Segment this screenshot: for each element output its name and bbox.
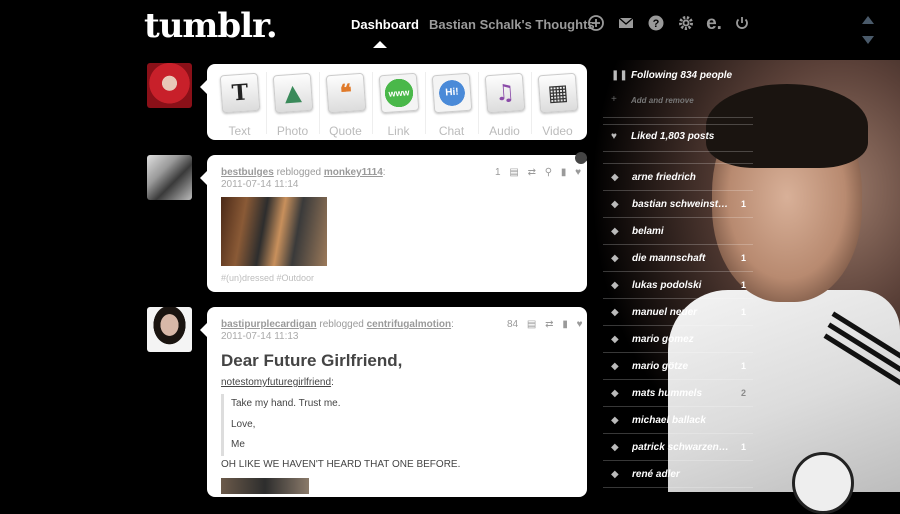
photo-post-icon: ▲: [272, 72, 313, 114]
post-author-link[interactable]: bestbulges: [221, 167, 274, 178]
notes-count[interactable]: 84: [507, 319, 518, 330]
add-person-icon: +: [611, 94, 617, 105]
tag-row[interactable]: ◆ patrick schwarzenegger 1: [603, 434, 753, 461]
avatar-bastipurplecardigan[interactable]: [147, 307, 192, 352]
post-card: bastipurplecardigan reblogged centrifuga…: [200, 307, 587, 497]
tag-icon: ◆: [611, 280, 619, 291]
tag-row[interactable]: ◆ mats hummels 2: [603, 380, 753, 407]
audio-post-icon: ♫: [484, 72, 525, 114]
collapse-dot-icon[interactable]: [575, 152, 587, 164]
tag-row[interactable]: ◆ lukas podolski 1: [603, 272, 753, 299]
tag-icon: ◆: [611, 361, 619, 372]
quote-post-icon: ❝: [325, 72, 366, 114]
notes-icon: ▤: [509, 167, 519, 178]
tag-icon: ◆: [611, 253, 619, 264]
post-source-link[interactable]: monkey1114: [324, 167, 383, 178]
post-photo[interactable]: [221, 197, 327, 266]
like-heart-icon[interactable]: ♥: [575, 167, 581, 178]
post-date: 2011-07-14 11:13: [221, 331, 299, 342]
new-quote-post-button[interactable]: ❝ Quote: [319, 70, 372, 138]
new-post-panel: T Text ▲ Photo ❝ Quote www Link Hi! Chat…: [200, 64, 587, 140]
tumblr-logo[interactable]: tumblr.: [144, 6, 278, 46]
svg-text:?: ?: [653, 18, 660, 30]
scroll-up-arrow[interactable]: [862, 16, 874, 24]
tag-row[interactable]: ◆ michael ballack: [603, 407, 753, 434]
tag-row[interactable]: ◆ manuel neuer 1: [603, 299, 753, 326]
new-text-post-button[interactable]: T Text: [213, 70, 266, 138]
post-source: notestomyfuturegirlfriend:: [221, 377, 334, 388]
nav-dashboard[interactable]: Dashboard: [351, 17, 419, 32]
active-nav-indicator: [373, 41, 387, 48]
bookmark-icon[interactable]: ▮: [561, 167, 567, 178]
post-controls: 1 ▤ ⇄ ⚲ ▮ ♥: [489, 167, 581, 178]
new-chat-post-button[interactable]: Hi! Chat: [425, 70, 478, 138]
notes-count[interactable]: 1: [495, 167, 501, 178]
following-count[interactable]: Following 834 people: [603, 70, 781, 81]
tag-row[interactable]: ◆ bastian schweinsteiger 1: [603, 191, 753, 218]
post-title: Dear Future Girlfriend,: [221, 351, 403, 370]
like-heart-icon[interactable]: ♥: [577, 319, 583, 330]
tag-icon: ◆: [611, 226, 619, 237]
liked-posts-link[interactable]: Liked 1,803 posts: [603, 131, 781, 142]
post-controls: 84 ▤ ⇄ ▮ ♥: [501, 319, 583, 330]
post-blockquote: Take my hand. Trust me. Love, Me: [221, 394, 341, 456]
post-date: 2011-07-14 11:14: [221, 179, 299, 190]
plus-circle-icon[interactable]: [586, 14, 606, 34]
tag-icon: ◆: [611, 199, 619, 210]
quote-line: Love,: [231, 418, 256, 430]
tag-icon: ◆: [611, 307, 619, 318]
tag-icon: ◆: [611, 469, 619, 480]
avatar-bestbulges[interactable]: [147, 155, 192, 200]
help-icon[interactable]: ?: [646, 14, 666, 34]
tag-row[interactable]: ◆ arne friedrich: [603, 164, 753, 191]
new-video-post-button[interactable]: ▦ Video: [531, 70, 584, 138]
link-post-icon: www: [378, 72, 419, 114]
reblog-icon[interactable]: ⇄: [528, 167, 536, 178]
post-source-link[interactable]: centrifugalmotion: [367, 319, 451, 330]
post-author-link[interactable]: bastipurplecardigan: [221, 319, 317, 330]
chat-post-icon: Hi!: [431, 72, 472, 114]
video-post-icon: ▦: [537, 72, 578, 114]
quote-line: Take my hand. Trust me.: [231, 398, 341, 409]
scroll-down-arrow[interactable]: [862, 36, 874, 44]
new-photo-post-button[interactable]: ▲ Photo: [266, 70, 319, 138]
reblog-icon[interactable]: ⇄: [545, 319, 553, 330]
post-meta: bestbulges reblogged monkey1114: 2011-07…: [221, 167, 386, 190]
tag-icon: ◆: [611, 388, 619, 399]
post-tags[interactable]: #(un)dressed #Outdoor: [221, 273, 314, 283]
tag-row[interactable]: ◆ mario götze 1: [603, 353, 753, 380]
tag-icon: ◆: [611, 442, 619, 453]
tag-icon: ◆: [611, 334, 619, 345]
search-icon[interactable]: ⚲: [545, 167, 552, 178]
tag-row[interactable]: ◆ die mannschaft 1: [603, 245, 753, 272]
tag-icon: ◆: [611, 415, 619, 426]
power-icon[interactable]: [732, 14, 752, 34]
tag-row[interactable]: ◆ belami: [603, 218, 753, 245]
post-text: OH LIKE WE HAVEN'T HEARD THAT ONE BEFORE…: [221, 459, 461, 470]
text-post-icon: T: [219, 72, 260, 114]
post-meta: bastipurplecardigan reblogged centrifuga…: [221, 319, 454, 342]
gear-icon[interactable]: [676, 14, 696, 34]
avatar-self[interactable]: [147, 63, 192, 108]
bookmark-icon[interactable]: ▮: [562, 319, 568, 330]
nav-blog[interactable]: Bastian Schalk's Thoughts: [429, 17, 595, 32]
quote-line: Me: [231, 439, 245, 450]
mail-icon[interactable]: [616, 14, 636, 34]
new-link-post-button[interactable]: www Link: [372, 70, 425, 138]
e-icon[interactable]: e.: [704, 14, 724, 34]
tag-icon: ◆: [611, 172, 619, 183]
quote-source-link[interactable]: notestomyfuturegirlfriend: [221, 377, 331, 388]
notes-icon: ▤: [526, 319, 537, 330]
add-remove-link[interactable]: Add and remove: [631, 96, 694, 105]
tag-row[interactable]: ◆ rené adler: [603, 461, 753, 488]
new-audio-post-button[interactable]: ♫ Audio: [478, 70, 531, 138]
post-card: bestbulges reblogged monkey1114: 2011-07…: [200, 155, 587, 292]
tag-row[interactable]: ◆ mario gomez: [603, 326, 753, 353]
